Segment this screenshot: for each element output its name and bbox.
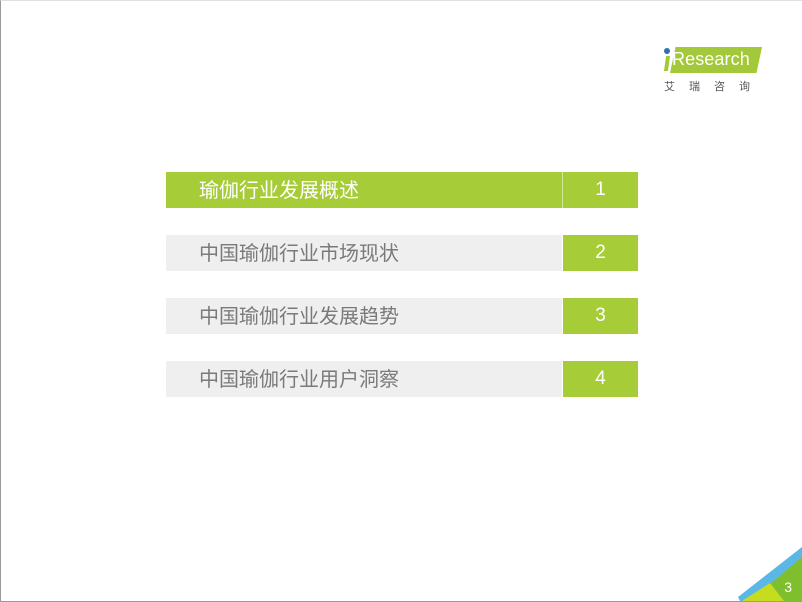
- toc-item-1[interactable]: 瑜伽行业发展概述 1: [166, 172, 638, 208]
- toc-item-label: 中国瑜伽行业用户洞察: [166, 361, 562, 397]
- toc-item-label: 瑜伽行业发展概述: [166, 172, 562, 208]
- toc-item-label: 中国瑜伽行业发展趋势: [166, 298, 562, 334]
- logo-brand-text: Research: [672, 49, 750, 69]
- iresearch-logo: Research 艾瑞咨询: [660, 44, 770, 96]
- toc-item-number: 1: [562, 172, 638, 208]
- logo-chinese-text: 艾瑞咨询: [664, 80, 764, 93]
- toc-item-4[interactable]: 中国瑜伽行业用户洞察 4: [166, 361, 638, 397]
- toc-item-number: 4: [563, 361, 638, 397]
- logo-i-mark: [663, 56, 671, 71]
- toc-item-number: 3: [563, 298, 638, 334]
- toc-item-2[interactable]: 中国瑜伽行业市场现状 2: [166, 235, 638, 271]
- logo-dot-icon: [664, 48, 670, 54]
- toc-item-3[interactable]: 中国瑜伽行业发展趋势 3: [166, 298, 638, 334]
- slide: Research 艾瑞咨询 瑜伽行业发展概述 1 中国瑜伽行业市场现状 2 中国…: [0, 0, 802, 602]
- toc-item-label: 中国瑜伽行业市场现状: [166, 235, 562, 271]
- page-number: 3: [784, 579, 792, 595]
- toc-item-number: 2: [563, 235, 638, 271]
